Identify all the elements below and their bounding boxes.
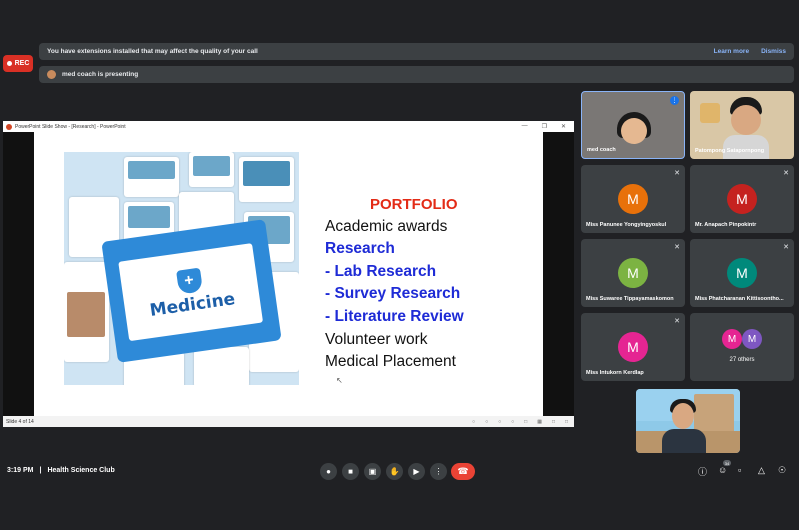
mic-off-icon: ✕ (674, 318, 680, 325)
normal-view-icon[interactable]: □ (524, 419, 527, 425)
powerpoint-logo-icon (6, 123, 12, 130)
slide-line: - Lab Research (325, 263, 437, 280)
prev-slide-icon[interactable]: ○ (498, 419, 501, 425)
leave-call-button[interactable]: ☎ (451, 463, 475, 480)
participant-tile[interactable]: ✕ M Miss Suwaree Tippayamaskomon (581, 239, 685, 307)
participant-avatar: M (727, 184, 757, 214)
mouse-cursor-icon: ↖ (336, 376, 343, 385)
participant-name: Miss Phatcharanan Kittisoontho... (695, 296, 784, 302)
slide-line: - Survey Research (325, 285, 461, 302)
participant-avatar: M (727, 258, 757, 288)
slideshow-icon[interactable]: □ (565, 419, 568, 425)
captions-icon: ▣ (368, 467, 377, 476)
participant-avatar: M (618, 332, 648, 362)
participant-tile[interactable]: ✕ M Miss Phatcharanan Kittisoontho... (690, 239, 794, 307)
others-count: 27 others (729, 357, 755, 363)
participant-name: Patompong Satapornpong (695, 148, 765, 154)
notes-icon[interactable]: ○ (472, 419, 475, 425)
mic-off-icon: ✕ (674, 244, 680, 251)
slide-line: - Literature Review (325, 308, 464, 325)
activities-icon[interactable]: △ (758, 465, 765, 476)
next-slide-icon[interactable]: ○ (511, 419, 514, 425)
host-controls-icon[interactable]: ☉ (778, 465, 786, 476)
participant-avatar: M (742, 329, 762, 349)
more-vert-icon: ⋮ (434, 467, 443, 476)
participant-tile[interactable]: ✕ M Miss Intukorn Kerdlap (581, 313, 685, 381)
reading-view-icon[interactable]: □ (552, 419, 555, 425)
participant-avatar: M (722, 329, 742, 349)
medical-cross-icon: + (175, 267, 203, 295)
recording-badge: REC (3, 55, 33, 72)
people-icon[interactable]: ☺ (718, 465, 727, 475)
participant-avatar: M (618, 258, 648, 288)
self-view[interactable] (636, 389, 740, 453)
speaking-indicator-icon: ⋮ (670, 96, 679, 105)
participant-avatar: M (618, 184, 648, 214)
ppt-title: PowerPoint Slide Show - [Research] - Pow… (15, 123, 126, 130)
raise-hand-button[interactable]: ✋ (386, 463, 403, 480)
medicine-tablet: + Medicine (101, 219, 282, 363)
mic-off-icon: ✕ (674, 170, 680, 177)
minimize-icon[interactable]: — (522, 123, 528, 130)
participant-name: Miss Suwaree Tippayamaskomon (586, 296, 674, 302)
slide-sorter-icon[interactable]: ▦ (537, 419, 542, 425)
presentation-window: PowerPoint Slide Show - [Research] - Pow… (3, 121, 574, 427)
comments-icon[interactable]: ○ (485, 419, 488, 425)
presenter-avatar (47, 70, 56, 79)
record-dot-icon (6, 61, 12, 66)
present-icon: ▶ (413, 467, 420, 476)
meeting-details-icon[interactable]: ⓘ (698, 465, 707, 478)
present-button[interactable]: ▶ (408, 463, 425, 480)
slide-counter: Slide 4 of 14 (6, 418, 34, 425)
participant-tile[interactable]: ✕ M Mr. Anapach Pinpokintr (690, 165, 794, 233)
microphone-icon: ● (326, 467, 331, 476)
medicine-word: Medicine (148, 289, 237, 321)
participant-tile-patompong[interactable]: Patompong Satapornpong (690, 91, 794, 159)
slide-line: Volunteer work (325, 331, 428, 348)
ppt-statusbar: Slide 4 of 14 ○ ○ ○ ○ □ ▦ □ □ (3, 416, 574, 427)
extensions-banner: You have extensions installed that may a… (39, 43, 794, 60)
participant-name: Miss Intukorn Kerdlap (586, 370, 644, 376)
others-tile[interactable]: M M 27 others (690, 313, 794, 381)
participant-name: Miss Panunee Yongyingyoskul (586, 222, 667, 228)
mic-off-icon: ✕ (783, 170, 789, 177)
slide: + Medicine PORTFOLIO Academic awards Res… (34, 132, 543, 416)
presenting-banner-text: med coach is presenting (62, 71, 139, 78)
mic-off-icon: ✕ (783, 244, 789, 251)
more-options-button[interactable]: ⋮ (430, 463, 447, 480)
participant-tile-med-coach[interactable]: ⋮ med coach (581, 91, 685, 159)
presenting-banner: med coach is presenting (39, 66, 794, 83)
meeting-name: Health Science Club (47, 467, 115, 474)
slide-line: Research (325, 240, 395, 257)
participant-name: med coach (587, 147, 616, 153)
ppt-titlebar: PowerPoint Slide Show - [Research] - Pow… (3, 121, 574, 132)
people-count-badge: 34 (723, 460, 731, 466)
camera-icon: ■ (348, 467, 353, 476)
participant-tile[interactable]: ✕ M Miss Panunee Yongyingyoskul (581, 165, 685, 233)
learn-more-link[interactable]: Learn more (714, 48, 749, 55)
hand-icon: ✋ (389, 467, 400, 476)
slide-template-image: + Medicine (64, 152, 299, 385)
dismiss-button[interactable]: Dismiss (761, 48, 786, 55)
restore-icon[interactable]: ❐ (542, 123, 547, 130)
participant-name: Mr. Anapach Pinpokintr (695, 222, 757, 228)
slide-heading: PORTFOLIO (370, 196, 458, 213)
close-icon[interactable]: ✕ (561, 123, 566, 130)
camera-button[interactable]: ■ (342, 463, 359, 480)
captions-button[interactable]: ▣ (364, 463, 381, 480)
chat-icon[interactable]: ▫ (738, 465, 741, 475)
separator: | (39, 467, 42, 474)
microphone-button[interactable]: ● (320, 463, 337, 480)
meeting-info: 3:19 PM | Health Science Club (7, 467, 115, 474)
clock: 3:19 PM (7, 467, 34, 474)
recording-label: REC (14, 60, 30, 67)
extensions-banner-text: You have extensions installed that may a… (47, 48, 258, 55)
phone-hangup-icon: ☎ (457, 466, 469, 476)
slide-line: Academic awards (325, 218, 448, 235)
slide-line: Medical Placement (325, 353, 456, 370)
